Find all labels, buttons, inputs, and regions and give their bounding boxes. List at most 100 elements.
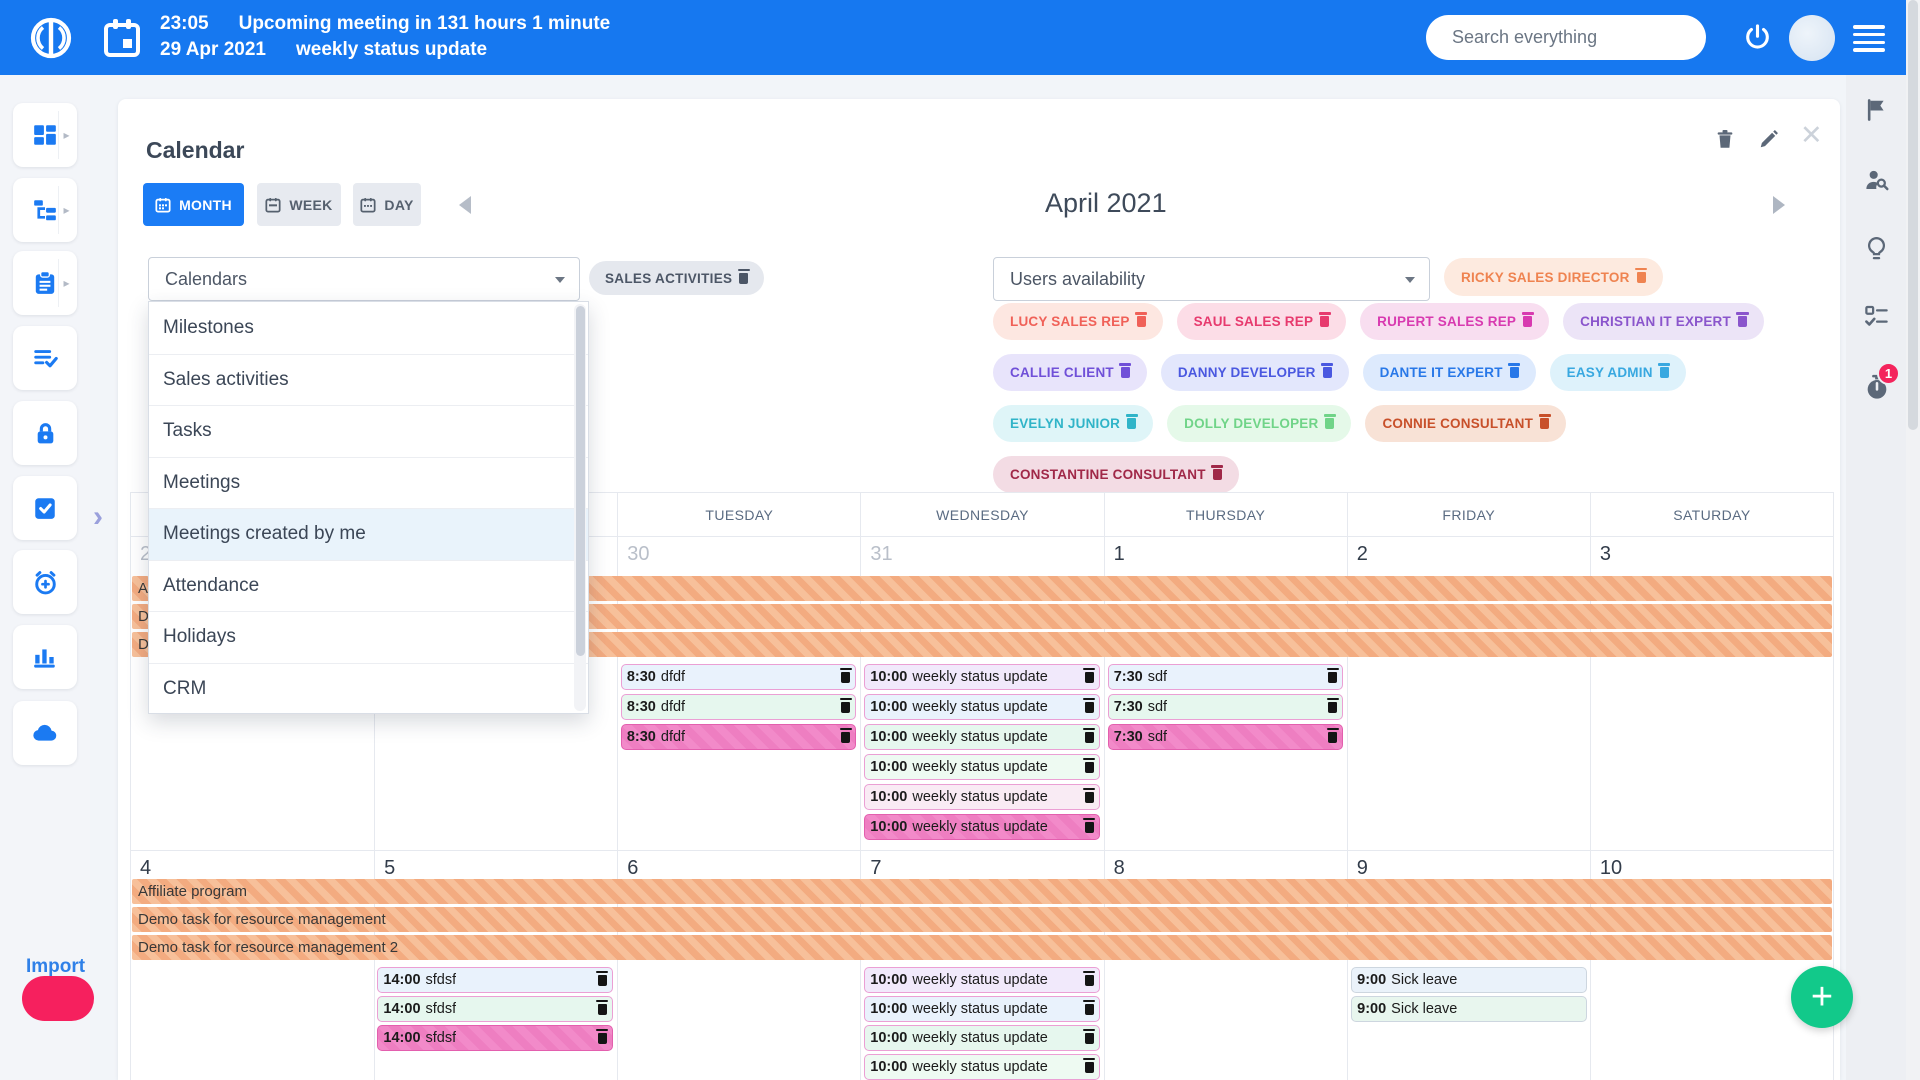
app-logo-icon[interactable] bbox=[28, 15, 74, 66]
users-availability-select[interactable]: Users availability bbox=[993, 257, 1430, 301]
remove-chip-icon[interactable] bbox=[1660, 367, 1669, 378]
dropdown-scrollbar-thumb[interactable] bbox=[576, 306, 585, 656]
scrollbar-thumb[interactable] bbox=[1908, 0, 1918, 430]
import-link[interactable]: Import bbox=[26, 956, 85, 978]
calendars-dropdown-option[interactable]: Meetings bbox=[149, 457, 588, 509]
chevron-right-icon[interactable]: ▸ bbox=[58, 111, 74, 159]
remove-chip-icon[interactable] bbox=[1510, 367, 1519, 378]
dropdown-scrollbar[interactable] bbox=[574, 304, 586, 711]
multiday-task-bar[interactable]: Demo task for resource management bbox=[132, 907, 1832, 932]
event-chip[interactable]: 10:00 weekly status update bbox=[864, 694, 1099, 720]
delete-event-icon[interactable] bbox=[1085, 975, 1094, 986]
event-chip[interactable]: 8:30 dfdf bbox=[621, 664, 856, 690]
event-chip[interactable]: 10:00 weekly status update bbox=[864, 754, 1099, 780]
sidebar-item-reports[interactable] bbox=[13, 625, 77, 689]
calendar-topbar-icon[interactable] bbox=[102, 17, 142, 64]
event-chip[interactable]: 10:00 weekly status update bbox=[864, 996, 1099, 1022]
close-icon[interactable]: ✕ bbox=[1800, 120, 1823, 151]
sidebar-item-dashboard[interactable]: ▸ bbox=[13, 103, 77, 167]
remove-chip-icon[interactable] bbox=[1127, 418, 1136, 429]
event-chip[interactable]: 10:00 weekly status update bbox=[864, 664, 1099, 690]
delete-calendar-icon[interactable] bbox=[1714, 128, 1736, 155]
notification-badge[interactable]: 1 bbox=[1877, 362, 1900, 385]
delete-event-icon[interactable] bbox=[598, 975, 607, 986]
delete-event-icon[interactable] bbox=[598, 1033, 607, 1044]
user-filter-chip[interactable]: CONNIE CONSULTANT bbox=[1365, 405, 1566, 442]
remove-chip-icon[interactable] bbox=[739, 273, 748, 284]
calendars-select[interactable]: Calendars bbox=[148, 257, 580, 301]
sidebar-item-hierarchy[interactable]: ▸ bbox=[13, 178, 77, 242]
calendars-dropdown-option[interactable]: Milestones bbox=[149, 302, 588, 354]
user-filter-chip[interactable]: DOLLY DEVELOPER bbox=[1167, 405, 1351, 442]
page-scrollbar[interactable] bbox=[1906, 0, 1920, 1080]
edit-calendar-icon[interactable] bbox=[1758, 128, 1780, 155]
delete-event-icon[interactable] bbox=[1085, 1004, 1094, 1015]
lightbulb-icon[interactable] bbox=[1863, 235, 1890, 267]
event-chip[interactable]: 8:30 dfdf bbox=[621, 724, 856, 750]
previous-month-arrow[interactable] bbox=[459, 196, 471, 214]
avatar[interactable] bbox=[1789, 15, 1835, 61]
user-search-icon[interactable] bbox=[1863, 167, 1890, 199]
user-filter-chip[interactable]: EVELYN JUNIOR bbox=[993, 405, 1153, 442]
user-filter-chip[interactable]: CONSTANTINE CONSULTANT bbox=[993, 456, 1239, 493]
user-filter-chip[interactable]: CALLIE CLIENT bbox=[993, 354, 1147, 391]
calendars-dropdown-option[interactable]: Holidays bbox=[149, 611, 588, 663]
sidebar-item-security[interactable] bbox=[13, 401, 77, 465]
multiday-task-bar[interactable]: Demo task for resource management 2 bbox=[132, 935, 1832, 960]
event-chip[interactable]: 8:30 dfdf bbox=[621, 694, 856, 720]
delete-event-icon[interactable] bbox=[1328, 672, 1337, 683]
logout-power-icon[interactable] bbox=[1742, 22, 1773, 58]
event-chip[interactable]: 10:00 weekly status update bbox=[864, 724, 1099, 750]
sidebar-item-cloud[interactable] bbox=[13, 701, 77, 765]
add-event-fab[interactable]: + bbox=[1791, 966, 1853, 1028]
delete-event-icon[interactable] bbox=[1085, 1033, 1094, 1044]
remove-chip-icon[interactable] bbox=[1137, 316, 1146, 327]
user-filter-chip[interactable]: DANNY DEVELOPER bbox=[1161, 354, 1349, 391]
user-filter-chip[interactable]: RUPERT SALES REP bbox=[1360, 303, 1549, 340]
delete-event-icon[interactable] bbox=[1085, 792, 1094, 803]
user-filter-chip[interactable]: RICKY SALES DIRECTOR bbox=[1444, 258, 1663, 296]
event-chip[interactable]: 9:00 Sick leave bbox=[1351, 967, 1586, 993]
delete-event-icon[interactable] bbox=[1085, 672, 1094, 683]
delete-event-icon[interactable] bbox=[841, 702, 850, 713]
user-filter-chip[interactable]: EASY ADMIN bbox=[1550, 354, 1686, 391]
delete-event-icon[interactable] bbox=[1328, 702, 1337, 713]
remove-chip-icon[interactable] bbox=[1738, 316, 1747, 327]
remove-chip-icon[interactable] bbox=[1320, 316, 1329, 327]
remove-chip-icon[interactable] bbox=[1325, 418, 1334, 429]
event-chip[interactable]: 14:00 sfdsf bbox=[377, 996, 612, 1022]
delete-event-icon[interactable] bbox=[841, 672, 850, 683]
hamburger-menu-icon[interactable] bbox=[1853, 25, 1885, 56]
view-week-button[interactable]: WEEK bbox=[257, 183, 341, 226]
delete-event-icon[interactable] bbox=[1085, 1062, 1094, 1073]
calendars-dropdown-option[interactable]: Tasks bbox=[149, 405, 588, 457]
remove-chip-icon[interactable] bbox=[1540, 418, 1549, 429]
remove-chip-icon[interactable] bbox=[1213, 469, 1222, 480]
onboarding-beacon[interactable] bbox=[22, 976, 94, 1021]
user-filter-chip[interactable]: CHRISTIAN IT EXPERT bbox=[1563, 303, 1764, 340]
multiday-task-bar[interactable]: Affiliate program bbox=[132, 879, 1832, 904]
delete-event-icon[interactable] bbox=[1085, 702, 1094, 713]
remove-chip-icon[interactable] bbox=[1323, 367, 1332, 378]
event-chip[interactable]: 14:00 sfdsf bbox=[377, 967, 612, 993]
calendars-dropdown-option[interactable]: Attendance bbox=[149, 560, 588, 612]
event-chip[interactable]: 9:00 Sick leave bbox=[1351, 996, 1586, 1022]
sidebar-item-task-list[interactable] bbox=[13, 326, 77, 390]
view-day-button[interactable]: DAY bbox=[353, 183, 421, 226]
calendars-dropdown-option[interactable]: Meetings created by me bbox=[149, 508, 588, 560]
calendars-dropdown-option[interactable]: CRM bbox=[149, 663, 588, 715]
delete-event-icon[interactable] bbox=[1328, 732, 1337, 743]
user-filter-chip[interactable]: SAUL SALES REP bbox=[1177, 303, 1347, 340]
checklist-icon[interactable] bbox=[1863, 303, 1890, 335]
event-chip[interactable]: 14:00 sfdsf bbox=[377, 1025, 612, 1051]
chevron-right-icon[interactable]: ▸ bbox=[58, 186, 74, 234]
remove-chip-icon[interactable] bbox=[1523, 316, 1532, 327]
chevron-right-icon[interactable]: ▸ bbox=[58, 259, 74, 307]
delete-event-icon[interactable] bbox=[1085, 732, 1094, 743]
event-chip[interactable]: 10:00 weekly status update bbox=[864, 1054, 1099, 1080]
flag-icon[interactable] bbox=[1863, 97, 1889, 128]
event-chip[interactable]: 10:00 weekly status update bbox=[864, 1025, 1099, 1051]
calendars-dropdown-option[interactable]: Sales activities bbox=[149, 354, 588, 406]
delete-event-icon[interactable] bbox=[1085, 822, 1094, 833]
event-chip[interactable]: 7:30 sdf bbox=[1108, 664, 1343, 690]
